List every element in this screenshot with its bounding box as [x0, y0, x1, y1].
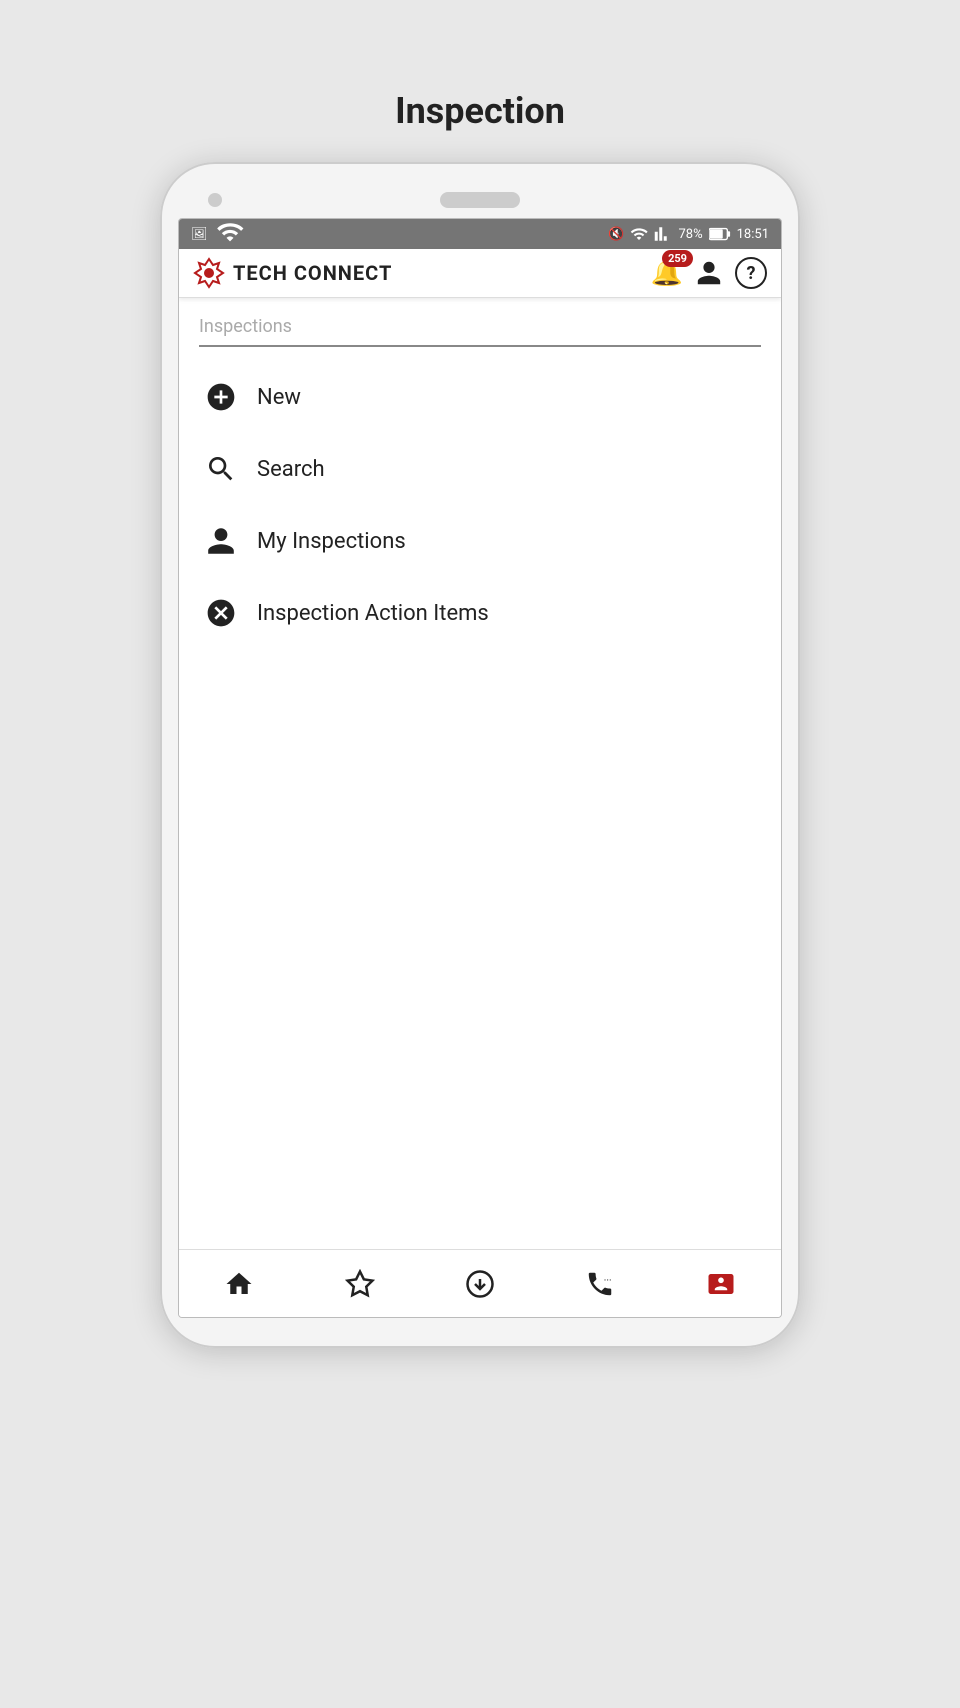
phone-screen: 🖼 🔇 78% — [178, 218, 782, 1318]
signal-icon — [654, 225, 672, 243]
phone-device: 🖼 🔇 78% — [160, 162, 800, 1348]
page-title: Inspection — [395, 90, 565, 132]
x-circle-icon — [203, 595, 239, 631]
battery-icon — [709, 227, 731, 241]
time-display: 18:51 — [737, 227, 769, 242]
phone-icon: ... — [585, 1269, 615, 1299]
app-header: TECH CONNECT 🔔 259 ? — [179, 249, 781, 298]
contact-icon — [706, 1269, 736, 1299]
bottom-nav: ... — [179, 1249, 781, 1317]
nav-item-home[interactable] — [179, 1269, 299, 1299]
logo-area: TECH CONNECT — [193, 257, 392, 289]
notification-bell[interactable]: 🔔 259 — [651, 258, 683, 288]
wifi-icon — [216, 218, 244, 250]
download-icon — [465, 1269, 495, 1299]
svg-text:...: ... — [604, 1272, 612, 1283]
phone-top-bar — [178, 192, 782, 208]
menu-item-search[interactable]: Search — [199, 433, 761, 505]
search-icon — [203, 451, 239, 487]
menu-item-my-inspections-label: My Inspections — [257, 529, 406, 554]
home-icon — [224, 1269, 254, 1299]
status-bar: 🖼 🔇 78% — [179, 219, 781, 249]
header-actions: 🔔 259 ? — [651, 257, 767, 289]
front-camera — [208, 193, 222, 207]
phone-speaker — [440, 192, 520, 208]
status-left: 🖼 — [191, 218, 244, 250]
mute-icon: 🔇 — [608, 227, 624, 242]
menu-list: New Search — [199, 361, 761, 649]
star-icon — [345, 1269, 375, 1299]
nav-item-favorites[interactable] — [299, 1269, 419, 1299]
content-area: Inspections New — [179, 298, 781, 958]
help-button[interactable]: ? — [735, 257, 767, 289]
battery-percent: 78% — [678, 227, 702, 242]
user-icon — [695, 259, 723, 287]
menu-item-search-label: Search — [257, 457, 325, 482]
notification-badge: 259 — [662, 250, 693, 267]
section-label: Inspections — [199, 316, 761, 347]
menu-item-action-items-label: Inspection Action Items — [257, 601, 489, 626]
person-icon — [203, 523, 239, 559]
status-right: 🔇 78% 18:51 — [608, 225, 769, 243]
user-profile-button[interactable] — [693, 257, 725, 289]
plus-circle-icon — [203, 379, 239, 415]
logo-icon — [193, 257, 225, 289]
menu-item-new[interactable]: New — [199, 361, 761, 433]
menu-item-new-label: New — [257, 385, 301, 410]
image-icon: 🖼 — [191, 227, 208, 242]
content-spacer — [179, 958, 781, 1249]
phone-sensor — [738, 193, 752, 207]
menu-item-my-inspections[interactable]: My Inspections — [199, 505, 761, 577]
wifi-icon-right — [630, 225, 648, 243]
menu-item-action-items[interactable]: Inspection Action Items — [199, 577, 761, 649]
phone-bottom-pad — [178, 1318, 782, 1348]
nav-item-phone[interactable]: ... — [540, 1269, 660, 1299]
logo-text: TECH CONNECT — [233, 261, 392, 285]
nav-item-contact[interactable] — [661, 1269, 781, 1299]
nav-item-download[interactable] — [420, 1269, 540, 1299]
